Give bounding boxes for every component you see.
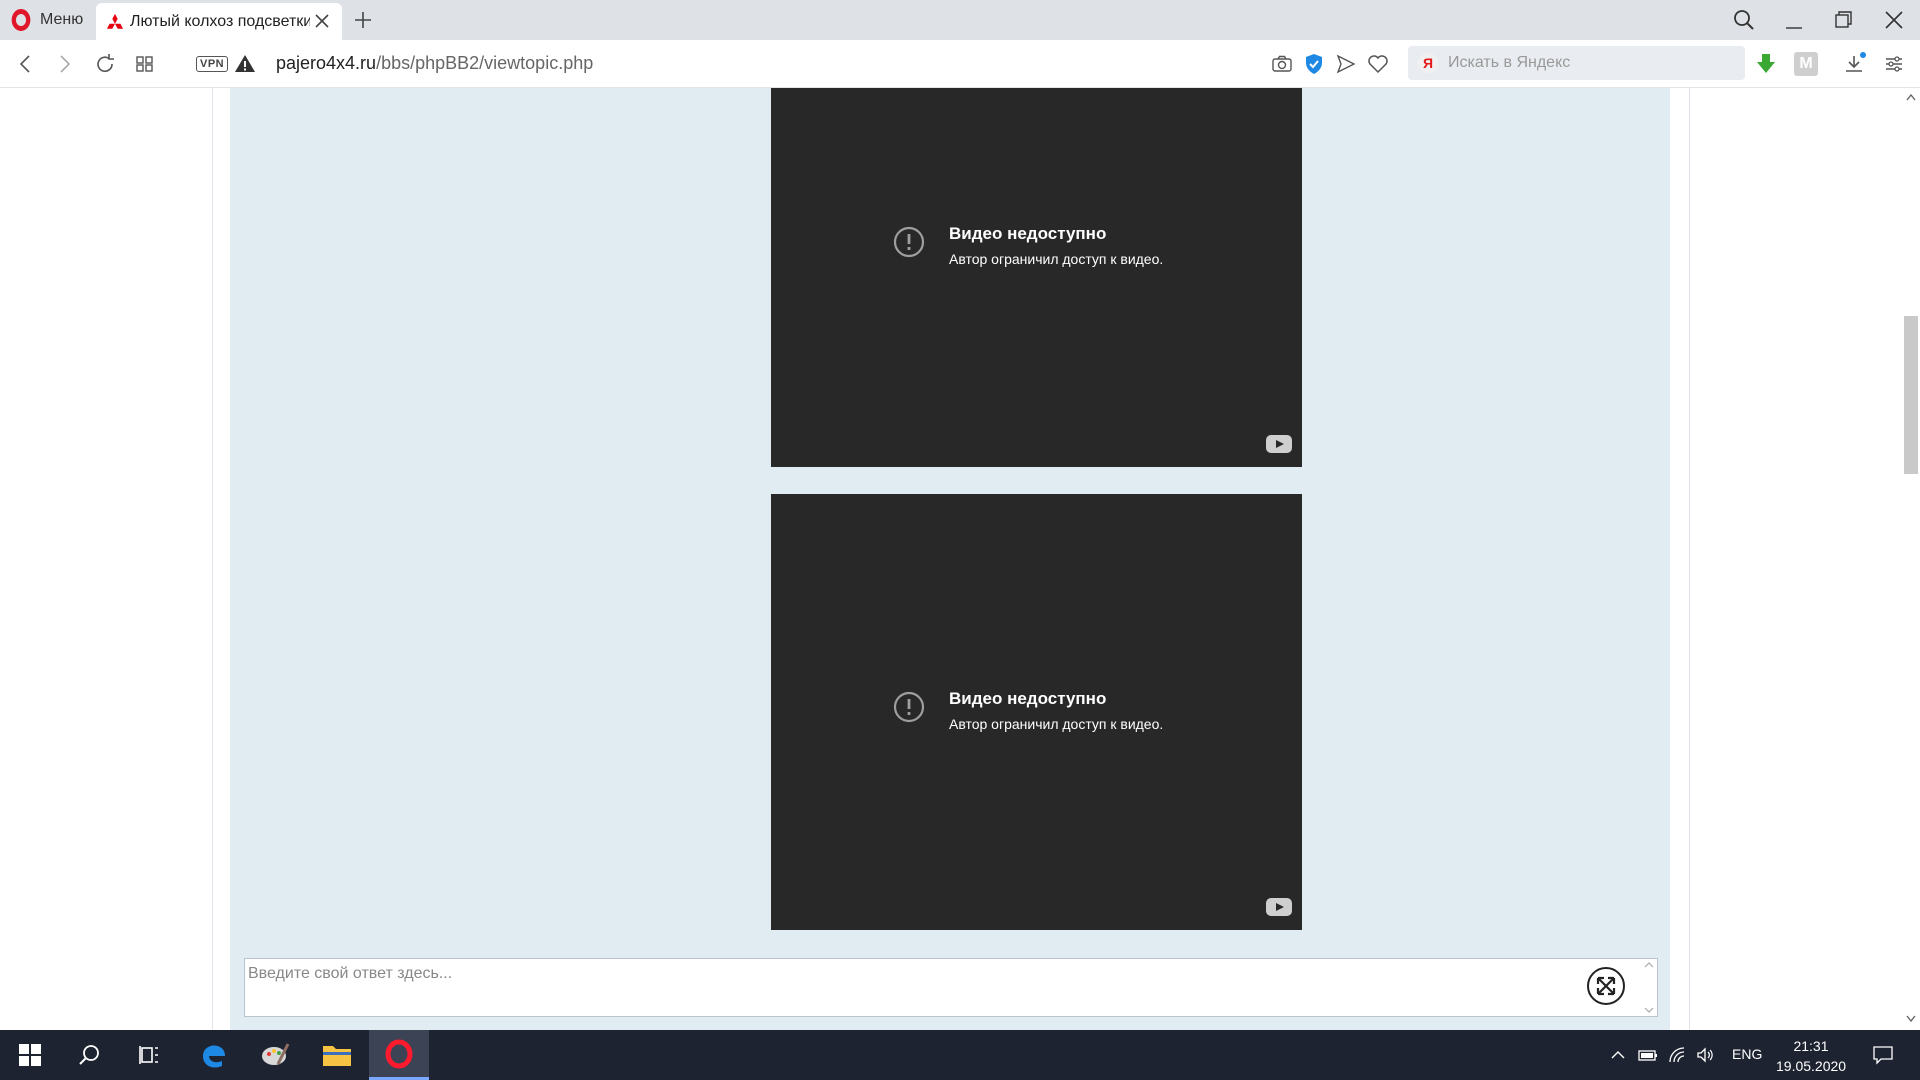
start-button[interactable] xyxy=(0,1030,60,1080)
scroll-up-icon[interactable] xyxy=(1905,92,1917,102)
reply-textarea[interactable]: Введите свой ответ здесь... xyxy=(244,958,1658,1017)
paint-taskbar-button[interactable] xyxy=(245,1030,305,1080)
opera-logo-icon xyxy=(11,9,31,31)
tab-bar: Меню Лютый колхоз подсветки xyxy=(0,0,1920,40)
scroll-thumb[interactable] xyxy=(1904,316,1918,474)
language-indicator[interactable]: ENG xyxy=(1732,1046,1762,1062)
m-extension-icon[interactable]: M xyxy=(1794,52,1818,76)
clock-time: 21:31 xyxy=(1793,1038,1829,1054)
close-window-icon[interactable] xyxy=(1880,6,1908,34)
edge-icon xyxy=(203,1045,225,1068)
security-warning-icon[interactable] xyxy=(233,52,257,76)
close-tab-icon[interactable] xyxy=(312,11,332,31)
heart-icon[interactable] xyxy=(1366,52,1390,76)
search-placeholder: Искать в Яндекс xyxy=(1448,54,1571,71)
url-path: /bbs/phpBB2/viewtopic.php xyxy=(376,53,594,73)
battery-icon[interactable] xyxy=(1638,1046,1658,1064)
expand-editor-button[interactable] xyxy=(1587,967,1625,1005)
opera-taskbar-button[interactable] xyxy=(369,1030,429,1080)
page-viewport: Видео недоступно Автор ограничил доступ … xyxy=(0,88,1920,1030)
network-icon[interactable] xyxy=(1668,1046,1688,1064)
windows-taskbar: ENG 21:31 19.05.2020 xyxy=(0,1030,1920,1080)
youtube-logo-icon[interactable] xyxy=(1266,898,1292,916)
search-icon xyxy=(79,1045,99,1065)
opera-taskbar-icon xyxy=(385,1039,413,1068)
video-unavailable-message: Видео недоступно Автор ограничил доступ … xyxy=(893,224,1163,267)
edge-taskbar-button[interactable] xyxy=(183,1030,243,1080)
clock-date: 19.05.2020 xyxy=(1776,1058,1847,1074)
camera-icon[interactable] xyxy=(1270,52,1294,76)
reload-icon[interactable] xyxy=(93,52,117,76)
video-unavailable-message: Видео недоступно Автор ограничил доступ … xyxy=(893,689,1163,732)
speed-dial-icon[interactable] xyxy=(133,52,157,76)
back-icon[interactable] xyxy=(14,52,38,76)
reply-scrollbar[interactable] xyxy=(1641,959,1657,1016)
url-host: pajero4x4.ru xyxy=(276,53,377,73)
page-scrollbar[interactable] xyxy=(1902,88,1920,1030)
video-unavailable-title: Видео недоступно xyxy=(949,224,1107,243)
task-view-icon xyxy=(139,1046,158,1064)
shield-check-icon[interactable] xyxy=(1302,52,1326,76)
notifications-icon[interactable] xyxy=(1872,1044,1894,1066)
warning-icon xyxy=(893,226,925,258)
vpn-badge[interactable]: VPN xyxy=(196,56,229,72)
opera-menu-button[interactable]: Меню xyxy=(0,0,96,40)
downloads-icon[interactable] xyxy=(1842,52,1866,76)
video-unavailable-subtitle: Автор ограничил доступ к видео. xyxy=(949,251,1164,267)
easy-setup-icon[interactable] xyxy=(1882,52,1906,76)
yandex-logo-icon: Я xyxy=(1418,53,1438,73)
explorer-taskbar-button[interactable] xyxy=(307,1030,367,1080)
post-body: Видео недоступно Автор ограничил доступ … xyxy=(230,88,1670,946)
mitsubishi-favicon-icon xyxy=(106,13,124,29)
video-embed[interactable]: Видео недоступно Автор ограничил доступ … xyxy=(771,88,1302,467)
task-view-button[interactable] xyxy=(120,1030,180,1080)
search-tabs-icon[interactable] xyxy=(1730,6,1758,34)
video-embed[interactable]: Видео недоступно Автор ограничил доступ … xyxy=(771,494,1302,930)
scroll-down-icon[interactable] xyxy=(1905,1014,1917,1024)
address-bar: VPN pajero4x4.ru/bbs/phpBB2/viewtopic.ph… xyxy=(0,40,1920,88)
video-unavailable-title: Видео недоступно xyxy=(949,689,1107,708)
clock[interactable]: 21:31 19.05.2020 xyxy=(1776,1036,1846,1076)
reply-placeholder: Введите свой ответ здесь... xyxy=(248,965,453,982)
new-tab-icon[interactable] xyxy=(350,7,376,33)
volume-icon[interactable] xyxy=(1696,1046,1716,1064)
paint-icon xyxy=(262,1043,290,1065)
tab-active[interactable]: Лютый колхоз подсветки xyxy=(96,3,342,40)
warning-icon xyxy=(893,691,925,723)
tab-title: Лютый колхоз подсветки xyxy=(130,12,310,30)
tray-expand-icon[interactable] xyxy=(1608,1046,1628,1064)
menu-label: Меню xyxy=(40,11,84,28)
video-unavailable-subtitle: Автор ограничил доступ к видео. xyxy=(949,716,1164,732)
yandex-search-input[interactable]: Я Искать в Яндекс xyxy=(1408,46,1745,80)
taskbar-search-button[interactable] xyxy=(60,1030,120,1080)
file-explorer-icon xyxy=(323,1046,351,1066)
youtube-logo-icon[interactable] xyxy=(1266,435,1292,453)
url-field[interactable]: pajero4x4.ru/bbs/phpBB2/viewtopic.php xyxy=(276,53,593,74)
expand-icon xyxy=(1596,976,1616,996)
forward-icon[interactable] xyxy=(52,52,76,76)
restore-icon[interactable] xyxy=(1830,6,1858,34)
minimize-icon[interactable] xyxy=(1780,6,1808,34)
send-icon[interactable] xyxy=(1334,52,1358,76)
windows-start-icon xyxy=(19,1044,41,1066)
download-arrow-icon[interactable] xyxy=(1754,52,1778,76)
